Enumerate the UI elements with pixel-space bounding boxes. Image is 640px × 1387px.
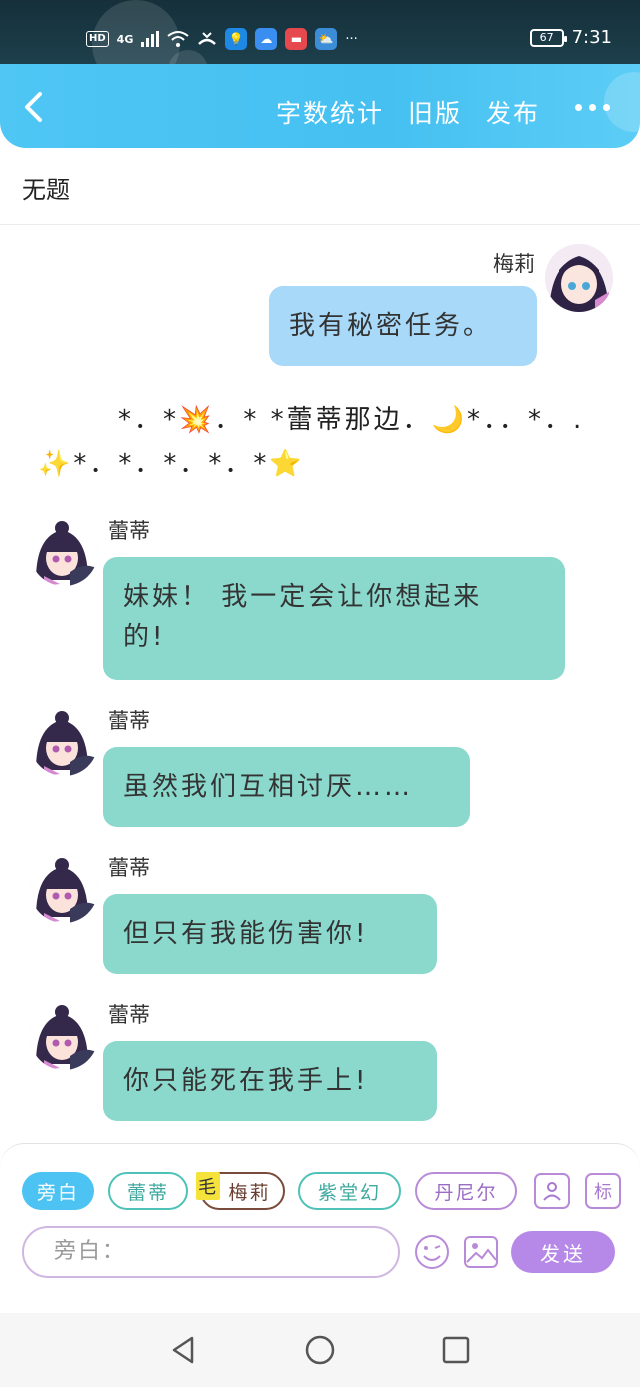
- speaker-name: 蕾蒂: [108, 1003, 150, 1027]
- avatar[interactable]: [545, 244, 613, 312]
- image-icon[interactable]: [463, 1234, 499, 1270]
- chat-bubble[interactable]: 但只有我能伤害你!: [103, 894, 437, 974]
- narration-line: *．*💥．* *蕾蒂那边．🌙*．．*．.: [118, 405, 585, 435]
- network-type: 4G: [116, 32, 134, 46]
- emoji-icon[interactable]: [414, 1234, 450, 1270]
- status-bar: HD 4G 💡 ☁ ▬ ⛅ ··· 67 7:31: [0, 0, 640, 90]
- wifi-icon: [167, 31, 189, 47]
- more-notifications-icon: ···: [345, 31, 358, 47]
- triangle-back-icon[interactable]: [168, 1335, 198, 1365]
- square-recent-icon[interactable]: [441, 1335, 471, 1365]
- role-chip-prefix: 毛: [196, 1172, 220, 1200]
- send-button[interactable]: 发送: [511, 1231, 615, 1273]
- speaker-name: 蕾蒂: [108, 856, 150, 880]
- role-chip-danier[interactable]: 丹尼尔: [415, 1172, 517, 1210]
- circle-home-icon[interactable]: [305, 1335, 335, 1365]
- chevron-left-icon[interactable]: [18, 90, 52, 124]
- chat-bubble[interactable]: 你只能死在我手上!: [103, 1041, 437, 1121]
- avatar[interactable]: [30, 1002, 98, 1070]
- app-header: 字数统计 旧版 发布: [0, 64, 640, 148]
- clock: 7:31: [571, 27, 612, 48]
- weather-app-icon: ⛅: [315, 28, 338, 50]
- avatar[interactable]: [30, 855, 98, 923]
- publish-button[interactable]: 发布: [486, 94, 540, 130]
- divider: [0, 224, 640, 225]
- role-chip-meili[interactable]: 毛 梅莉: [196, 1172, 285, 1210]
- bubble-line: 的!: [123, 622, 166, 652]
- speaker-name: 蕾蒂: [108, 519, 150, 543]
- missed-call-icon: [198, 32, 217, 45]
- cloud-app-icon: ☁: [255, 28, 278, 50]
- chat-bubble[interactable]: 虽然我们互相讨厌……: [103, 747, 470, 827]
- more-dots-icon[interactable]: [575, 104, 610, 111]
- document-title[interactable]: 无题: [22, 170, 70, 205]
- word-count-button[interactable]: 字数统计: [276, 94, 384, 130]
- avatar[interactable]: [30, 518, 98, 586]
- chat-bubble[interactable]: 我有秘密任务。: [269, 286, 537, 366]
- speaker-name: 梅莉: [493, 252, 535, 276]
- system-nav-bar: [0, 1313, 640, 1387]
- battery-icon: 67: [529, 28, 567, 47]
- tag-button[interactable]: 标: [585, 1173, 621, 1209]
- signal-bars-icon: [141, 31, 160, 47]
- role-chip-narrator[interactable]: 旁白: [22, 1172, 94, 1210]
- speaker-name: 蕾蒂: [108, 709, 150, 733]
- role-chip-leidi[interactable]: 蕾蒂: [108, 1172, 188, 1210]
- narration-line: ✨*．*．*．*．*⭐: [38, 449, 305, 479]
- role-chip-label: 梅莉: [228, 1181, 271, 1204]
- user-card-icon[interactable]: [534, 1173, 570, 1209]
- old-version-button[interactable]: 旧版: [408, 94, 462, 130]
- hd-indicator: HD: [86, 31, 109, 47]
- huawei-app-icon: ▬: [285, 28, 308, 50]
- role-chip-zitanghuan[interactable]: 紫堂幻: [298, 1172, 401, 1210]
- chat-bubble[interactable]: 妹妹！ 我一定会让你想起来 的!: [103, 557, 565, 680]
- bulb-app-icon: 💡: [225, 28, 248, 50]
- bubble-line: 妹妹！ 我一定会让你想起来: [123, 582, 483, 612]
- narration-text[interactable]: *．*💥．* *蕾蒂那边．🌙*．．*．. ✨*．*．*．*．*⭐: [38, 398, 608, 486]
- avatar[interactable]: [30, 708, 98, 776]
- header-actions: 字数统计 旧版 发布: [276, 94, 540, 130]
- message-input[interactable]: 旁白：: [22, 1226, 400, 1278]
